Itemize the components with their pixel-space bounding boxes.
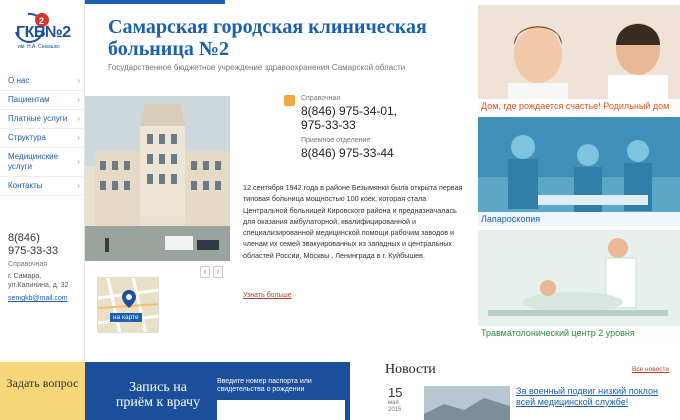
news-headline-link[interactable]: За военный подвиг низкий поклон всей мед… <box>516 386 666 408</box>
appointment-hint: Введите номер паспорта или свидетельства… <box>217 378 312 393</box>
map-pin-icon <box>122 290 136 308</box>
hospital-building-photo <box>85 96 230 261</box>
sidebar-email-link[interactable]: semgkb@mail.com <box>8 295 68 302</box>
nav-item-contacts[interactable]: Контакты › <box>0 177 85 196</box>
logo-text: ГКБ№2 <box>16 24 71 41</box>
maternity-photo <box>478 5 680 113</box>
sidebar-phone: 8(846) 975-33-33 Справочная <box>8 232 58 271</box>
reference-label: Справочная <box>301 95 341 102</box>
chevron-right-icon: › <box>77 114 80 123</box>
appointment-panel: Запись на приём к врачу Введите номер па… <box>85 362 350 420</box>
nav-item-label: Пациентам <box>8 95 50 104</box>
logo-subtext: им. Н.А. Семашко <box>18 44 60 50</box>
map-label: на карте <box>110 313 142 322</box>
chevron-right-icon: › <box>77 133 80 142</box>
promo-maternity-caption: Дом, где рождается счастье! Родильный до… <box>478 99 680 113</box>
surgery-photo <box>478 117 680 226</box>
sidebar-phone-number[interactable]: 975-33-33 <box>8 245 58 258</box>
chevron-right-icon: › <box>77 76 80 85</box>
nav-item-paid-services[interactable]: Платные услуги › <box>0 110 85 129</box>
reference-phone-1[interactable]: 8(846) 975-34-01, <box>301 104 397 119</box>
hospital-logo[interactable]: 2 ГКБ№2 им. Н.А. Семашко <box>8 8 78 56</box>
promo-trauma-caption: Травматолонический центр 2 уровня <box>478 326 680 340</box>
news-date-day: 15 <box>388 385 403 400</box>
building-illustration <box>85 96 230 261</box>
reference-phone-2[interactable]: 975-33-33 <box>301 118 356 133</box>
slider-prev-button[interactable]: ‹ <box>200 266 210 278</box>
trauma-photo <box>478 230 680 340</box>
chevron-right-icon: › <box>77 181 80 190</box>
appointment-title: Запись на приём к врачу <box>115 380 201 410</box>
chevron-right-icon: › <box>77 157 80 166</box>
sidebar-phone-code: 8(846) <box>8 232 40 244</box>
promo-trauma-center[interactable]: Травматолонический центр 2 уровня <box>478 230 680 340</box>
nav-item-about[interactable]: О нас › <box>0 72 85 91</box>
promo-maternity[interactable]: Дом, где рождается счастье! Родильный до… <box>478 5 680 113</box>
nav-item-patients[interactable]: Пациентам › <box>0 91 85 110</box>
all-news-link[interactable]: Все новости <box>632 366 669 373</box>
news-date-month: мая 2015 <box>388 400 401 414</box>
news-thumbnail[interactable] <box>424 386 510 420</box>
news-year-label: 2015 <box>388 407 402 413</box>
admission-label: Приемное отделение <box>301 137 371 144</box>
passport-input[interactable] <box>217 400 345 420</box>
news-heading: Новости <box>385 362 436 377</box>
map-widget[interactable]: на карте <box>97 277 159 333</box>
nav-item-label: Медицинские услуги <box>8 152 59 171</box>
address-line-city: г. Самара, <box>8 273 42 280</box>
nav-item-medical-services[interactable]: Медицинские услуги › <box>0 148 85 177</box>
admission-phone[interactable]: 8(846) 975-33-44 <box>301 146 394 161</box>
nav-item-structure[interactable]: Структура › <box>0 129 85 148</box>
slider-next-button[interactable]: › <box>213 266 223 278</box>
page-title: Самарская городская клиническая больница… <box>108 16 427 60</box>
sidebar-address: г. Самара, ул.Калинина, д. 32 <box>8 272 69 290</box>
nav-item-label: Платные услуги <box>8 114 68 123</box>
top-accent-bar <box>85 0 225 4</box>
nav-item-label: Структура <box>8 133 46 142</box>
learn-more-link[interactable]: Узнать больше <box>243 292 292 299</box>
nav-item-label: О нас <box>8 76 30 85</box>
main-nav: О нас › Пациентам › Платные услуги › Структ… <box>0 72 85 196</box>
chevron-right-icon: › <box>77 95 80 104</box>
nav-item-label: Контакты <box>8 181 43 190</box>
history-paragraph: 12 сентября 1942 года в районе Безымянки… <box>243 183 463 260</box>
ask-question-button[interactable]: Задать вопрос <box>0 362 85 420</box>
news-thumbnail-image <box>424 386 510 420</box>
sidebar: 2 ГКБ№2 им. Н.А. Семашко О нас › Пациента… <box>0 0 85 362</box>
promo-laparoscopy[interactable]: Лапароскопия <box>478 117 680 226</box>
phone-icon <box>284 95 295 106</box>
sidebar-phone-label: Справочная <box>8 261 48 268</box>
news-month-label: мая <box>388 400 399 406</box>
promo-laparoscopy-caption: Лапароскопия <box>478 212 680 226</box>
address-line-street: ул.Калинина, д. 32 <box>8 282 69 289</box>
page-subtitle: Государственное бюджетное учреждение здр… <box>108 63 406 72</box>
